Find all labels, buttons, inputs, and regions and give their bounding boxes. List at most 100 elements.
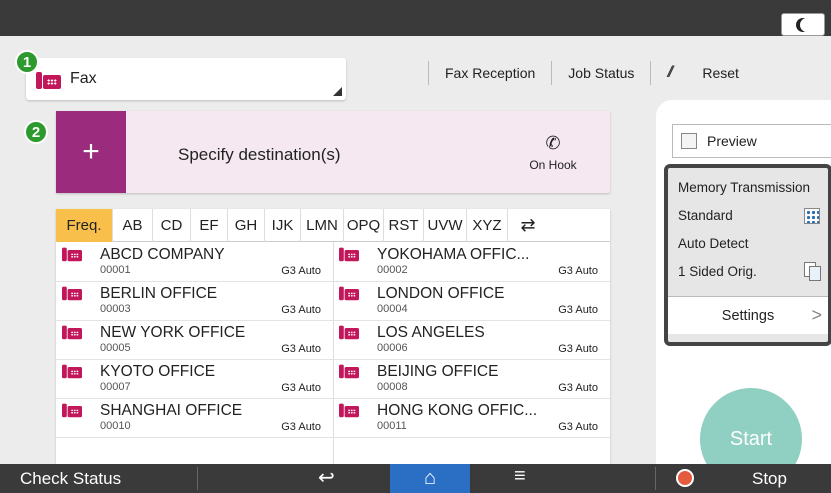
preview-label: Preview (707, 133, 757, 149)
tab-rst[interactable]: RST (384, 209, 424, 242)
tab-opq[interactable]: OPQ (344, 209, 384, 242)
fax-icon (62, 324, 83, 340)
entry-name: BEIJING OFFICE (377, 363, 499, 380)
entry-name: KYOTO OFFICE (100, 363, 216, 380)
checkbox-icon (681, 133, 697, 149)
tab-ef[interactable]: EF (191, 209, 228, 242)
callout-badge-2: 2 (24, 120, 48, 144)
entry-mode: G3 Auto (558, 265, 598, 277)
entry-number: 00006 (377, 342, 408, 354)
entry-mode: G3 Auto (281, 382, 321, 394)
on-hook-button[interactable]: ✆ On Hook (518, 133, 588, 172)
entry-number: 00005 (100, 342, 131, 354)
address-entry[interactable]: YOKOHAMA OFFIC... 00002 G3 Auto (333, 242, 610, 281)
specify-destination-button[interactable]: + Specify destination(s) ✆ On Hook (56, 111, 610, 193)
fax-icon (36, 70, 62, 90)
fax-icon (339, 246, 360, 262)
entry-mode: G3 Auto (281, 265, 321, 277)
entry-number: 00003 (100, 303, 131, 315)
entry-mode: G3 Auto (558, 421, 598, 433)
swap-order-icon[interactable]: ⇄ (508, 209, 548, 242)
toolbar: Fax Reception Job Status // Reset (428, 58, 755, 88)
bottom-bar: Check Status ↩ ⌂ ≡ Stop (0, 464, 831, 493)
stop-button[interactable]: Stop (752, 469, 787, 489)
top-bar (0, 0, 831, 36)
entry-mode: G3 Auto (558, 304, 598, 316)
fax-selector[interactable]: Fax (26, 58, 346, 100)
scan-settings-summary[interactable]: Memory Transmission Standard Auto Detect… (664, 164, 831, 346)
address-entry[interactable]: KYOTO OFFICE 00007 G3 Auto (56, 359, 333, 398)
tab-xyz[interactable]: XYZ (467, 209, 508, 242)
fax-selector-label: Fax (70, 70, 97, 87)
address-entry[interactable]: BEIJING OFFICE 00008 G3 Auto (333, 359, 610, 398)
address-entry[interactable]: HONG KONG OFFIC... 00011 G3 Auto (333, 398, 610, 437)
bottom-divider (655, 467, 656, 490)
tab-ijk[interactable]: IJK (265, 209, 301, 242)
fax-icon (339, 285, 360, 301)
entry-number: 00010 (100, 420, 131, 432)
address-entry[interactable]: LONDON OFFICE 00004 G3 Auto (333, 281, 610, 320)
entry-mode: G3 Auto (558, 382, 598, 394)
address-book-tabs: Freq. AB CD EF GH IJK LMN OPQ RST UVW XY… (56, 209, 610, 242)
menu-icon[interactable]: ≡ (514, 465, 526, 488)
entry-number: 00011 (377, 420, 407, 432)
reset-icon[interactable]: // (651, 64, 686, 82)
entry-number: 00008 (377, 381, 408, 393)
address-entry[interactable]: NEW YORK OFFICE 00005 G3 Auto (56, 320, 333, 359)
specify-destination-label: Specify destination(s) (178, 145, 341, 164)
moon-icon (800, 18, 814, 32)
tab-uvw[interactable]: UVW (424, 209, 467, 242)
settings-button[interactable]: Settings > (668, 296, 828, 334)
entry-number: 00002 (377, 264, 408, 276)
chevron-right-icon: > (811, 305, 822, 325)
address-entry[interactable]: SHANGHAI OFFICE 00010 G3 Auto (56, 398, 333, 437)
resolution-label: Standard (678, 208, 733, 223)
tab-lmn[interactable]: LMN (301, 209, 344, 242)
address-entry[interactable]: ABCD COMPANY 00001 G3 Auto (56, 242, 333, 281)
settings-label: Settings (721, 307, 775, 324)
fax-icon (62, 246, 83, 262)
fax-icon (62, 363, 83, 379)
home-button[interactable]: ⌂ (390, 464, 470, 493)
preview-checkbox[interactable]: Preview (672, 124, 831, 158)
sided-label: 1 Sided Orig. (678, 264, 757, 279)
entry-mode: G3 Auto (281, 343, 321, 355)
resolution-icon (804, 208, 820, 224)
on-hook-label: On Hook (529, 158, 577, 172)
entry-name: ABCD COMPANY (100, 246, 225, 263)
entry-name: SHANGHAI OFFICE (100, 402, 243, 419)
entry-mode: G3 Auto (281, 304, 321, 316)
entry-number: 00004 (377, 303, 408, 315)
entry-name: HONG KONG OFFIC... (377, 402, 538, 419)
phone-icon: ✆ (545, 133, 561, 153)
one-sided-icon (804, 262, 821, 281)
fax-reception-button[interactable]: Fax Reception (429, 65, 551, 81)
callout-badge-1: 1 (15, 50, 39, 74)
address-book: Freq. AB CD EF GH IJK LMN OPQ RST UVW XY… (56, 209, 610, 464)
entry-name: LOS ANGELES (377, 324, 485, 341)
entry-number: 00001 (100, 264, 131, 276)
reset-button[interactable]: Reset (686, 65, 755, 81)
entry-name: LONDON OFFICE (377, 285, 505, 302)
fax-icon (339, 402, 360, 418)
check-status-button[interactable]: Check Status (20, 469, 121, 489)
entry-name: NEW YORK OFFICE (100, 324, 246, 341)
tab-cd[interactable]: CD (153, 209, 191, 242)
entry-name: YOKOHAMA OFFIC... (377, 246, 530, 263)
address-entry[interactable]: LOS ANGELES 00006 G3 Auto (333, 320, 610, 359)
tab-freq[interactable]: Freq. (56, 209, 113, 242)
entry-name: BERLIN OFFICE (100, 285, 218, 302)
back-icon[interactable]: ↩ (318, 465, 335, 490)
job-status-button[interactable]: Job Status (552, 65, 650, 81)
fax-app: Fax 1 Fax Reception Job Status // Reset … (0, 36, 831, 490)
plus-icon: + (56, 111, 126, 193)
density-label: Auto Detect (678, 236, 749, 251)
address-entry[interactable]: BERLIN OFFICE 00003 G3 Auto (56, 281, 333, 320)
dropdown-corner-icon (333, 87, 342, 96)
fax-icon (339, 324, 360, 340)
entry-number: 00007 (100, 381, 131, 393)
energy-saver-button[interactable] (781, 13, 825, 36)
tab-ab[interactable]: AB (113, 209, 153, 242)
tab-gh[interactable]: GH (228, 209, 265, 242)
home-icon: ⌂ (423, 467, 437, 489)
